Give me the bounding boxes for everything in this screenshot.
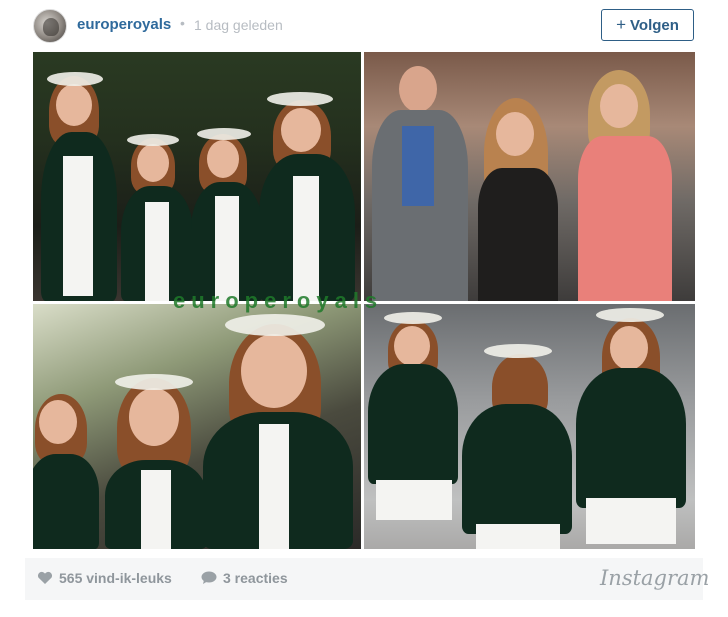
bridesmaid-figure <box>105 374 207 549</box>
likes-count[interactable]: 565 vind-ik-leuks <box>37 570 172 586</box>
bridesmaid-figure <box>203 308 353 549</box>
plus-icon: + <box>616 15 627 34</box>
watermark-text: europeroyals <box>173 288 384 313</box>
separator-dot: • <box>180 15 185 31</box>
bridesmaid-figure <box>576 308 686 549</box>
instagram-logo[interactable]: Instagram <box>600 566 709 590</box>
comments-count[interactable]: 3 reacties <box>201 570 288 586</box>
follow-button[interactable]: + Volgen <box>601 9 694 41</box>
woman-in-pink-figure <box>572 70 676 301</box>
photo-bottom-left <box>33 304 361 549</box>
photo-top-right <box>364 52 695 301</box>
heart-icon <box>37 571 53 585</box>
bridesmaid-figure <box>191 126 263 301</box>
post-footer: 565 vind-ik-leuks 3 reacties Instagram <box>25 558 709 600</box>
photo-collage[interactable]: europeroyals <box>33 52 695 549</box>
girl-figure <box>474 98 562 301</box>
photo-top-left <box>33 52 361 301</box>
bridesmaid-figure <box>121 132 193 301</box>
comments-label: 3 reacties <box>223 570 288 586</box>
bridesmaid-figure <box>462 344 572 549</box>
photo-bottom-right <box>364 304 695 549</box>
post-timestamp: 1 dag geleden <box>194 17 283 33</box>
bridesmaid-figure <box>259 92 355 301</box>
bridesmaid-figure <box>33 384 99 549</box>
man-in-suit-figure <box>364 66 474 301</box>
username-link[interactable]: europeroyals <box>77 16 171 33</box>
likes-label: 565 vind-ik-leuks <box>59 570 172 586</box>
follow-label: Volgen <box>630 16 679 34</box>
bridesmaid-figure <box>368 310 458 549</box>
bridesmaid-figure <box>41 66 119 301</box>
avatar[interactable] <box>33 9 67 43</box>
comment-icon <box>201 571 217 585</box>
post-header: europeroyals • 1 dag geleden + Volgen <box>0 0 728 52</box>
